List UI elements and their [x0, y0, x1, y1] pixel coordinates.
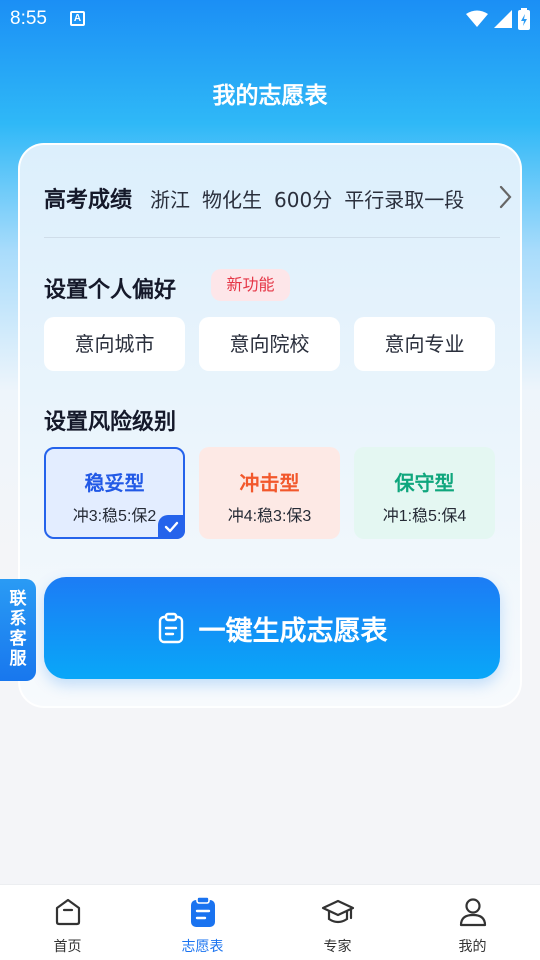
signal-icon: [494, 10, 512, 28]
check-icon: [158, 515, 185, 539]
clipboard-icon: [190, 895, 215, 927]
risk-option-ratio: 冲1:稳5:保4: [382, 508, 467, 525]
preferred-school-button[interactable]: 意向院校: [199, 317, 340, 371]
wifi-icon: [466, 10, 488, 27]
customer-service-tab[interactable]: 联 系 客 服: [0, 579, 36, 681]
risk-option-conservative[interactable]: 保守型 冲1:稳5:保4: [354, 447, 495, 539]
tab-label: 我的: [458, 939, 487, 955]
risk-option-name: 冲击型: [239, 471, 300, 495]
status-time: 8:55: [10, 8, 47, 29]
risk-title: 设置风险级别: [44, 410, 177, 435]
notification-icon: A: [70, 11, 85, 26]
score-row[interactable]: 高考成绩 浙江 物化生 600分 平行录取一段: [44, 181, 512, 215]
person-icon: [459, 897, 486, 926]
home-icon: [55, 898, 80, 925]
service-char: 客: [9, 629, 27, 649]
generate-form-label: 一键生成志愿表: [198, 615, 388, 647]
tab-label: 首页: [53, 939, 82, 955]
chevron-right-icon[interactable]: [498, 185, 512, 209]
risk-option-name: 稳妥型: [84, 471, 145, 495]
score-points: 600分: [274, 187, 333, 212]
tab-label: 志愿表: [181, 939, 224, 955]
bottom-tab-bar: 首页 志愿表 专家 我的: [0, 884, 540, 960]
volunteer-form-card: 高考成绩 浙江 物化生 600分 平行录取一段 设置个人偏好 新功能 意向城市 …: [18, 143, 522, 708]
divider: [44, 237, 500, 238]
score-values: 浙江 物化生 600分 平行录取一段: [150, 184, 464, 213]
service-char: 联: [9, 589, 27, 609]
score-label: 高考成绩: [44, 188, 133, 213]
tab-volunteer-form[interactable]: 志愿表: [135, 885, 270, 960]
tab-home[interactable]: 首页: [0, 885, 135, 960]
service-char: 服: [9, 649, 27, 669]
service-char: 系: [9, 609, 27, 629]
preferred-city-button[interactable]: 意向城市: [44, 317, 185, 371]
score-province: 浙江: [150, 187, 191, 212]
generate-form-button[interactable]: 一键生成志愿表: [44, 577, 500, 679]
tab-experts[interactable]: 专家: [270, 885, 405, 960]
new-feature-badge: 新功能: [211, 269, 290, 301]
preferred-major-button[interactable]: 意向专业: [354, 317, 495, 371]
preferences-title: 设置个人偏好: [44, 278, 177, 303]
score-subjects: 物化生: [202, 187, 263, 212]
graduation-cap-icon: [321, 899, 354, 923]
status-bar: 8:55 A: [0, 0, 540, 36]
risk-options: 稳妥型 冲3:稳5:保2 冲击型 冲4:稳3:保3 保守型 冲1:稳5:保4: [44, 447, 498, 539]
risk-option-aggressive[interactable]: 冲击型 冲4:稳3:保3: [199, 447, 340, 539]
preference-options: 意向城市 意向院校 意向专业: [44, 317, 498, 371]
risk-option-name: 保守型: [394, 471, 455, 495]
tab-profile[interactable]: 我的: [405, 885, 540, 960]
page-title: 我的志愿表: [212, 83, 328, 109]
clipboard-icon: [158, 612, 183, 644]
battery-icon: [518, 8, 530, 30]
risk-option-ratio: 冲4:稳3:保3: [227, 508, 312, 525]
risk-option-steady[interactable]: 稳妥型 冲3:稳5:保2: [44, 447, 185, 539]
score-batch: 平行录取一段: [344, 187, 465, 212]
tab-label: 专家: [323, 939, 352, 955]
